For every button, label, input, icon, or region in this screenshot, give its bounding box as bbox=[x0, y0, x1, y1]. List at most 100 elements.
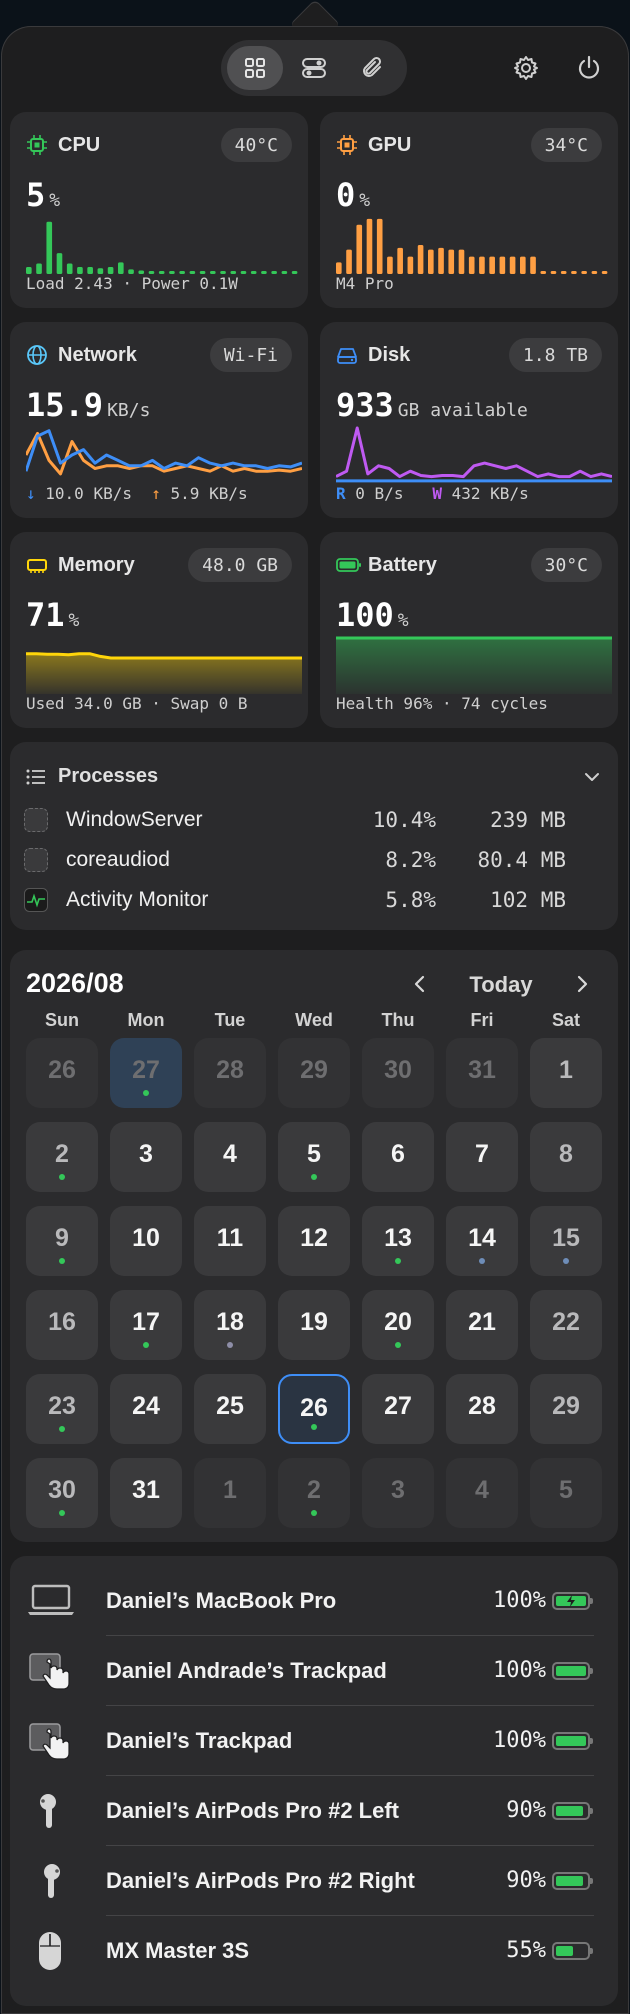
calendar-day[interactable]: 4 bbox=[194, 1122, 266, 1192]
calendar-day-today[interactable]: 26 bbox=[278, 1374, 350, 1444]
calendar-day[interactable]: 30 bbox=[26, 1458, 98, 1528]
battery-level-graph bbox=[336, 636, 612, 694]
power-button[interactable] bbox=[567, 46, 611, 90]
calendar-day[interactable]: 25 bbox=[194, 1374, 266, 1444]
calendar-day[interactable]: 26 bbox=[26, 1038, 98, 1108]
trackpad-icon bbox=[26, 1650, 76, 1692]
weekday-label: Fri bbox=[470, 1010, 494, 1030]
chevron-down-icon[interactable] bbox=[582, 768, 602, 786]
disk-card[interactable]: Disk 1.8 TB 933 GB available R 0 B/s W 43… bbox=[320, 322, 618, 518]
weekday-label: Wed bbox=[295, 1010, 333, 1030]
calendar-day[interactable]: 11 bbox=[194, 1206, 266, 1276]
memory-card[interactable]: Memory 48.0 GB 71% Used 34.0 GB · Swap 0… bbox=[10, 532, 308, 728]
calendar-day[interactable]: 31 bbox=[446, 1038, 518, 1108]
day-number: 27 bbox=[132, 1056, 160, 1084]
calendar-day[interactable]: 19 bbox=[278, 1290, 350, 1360]
calendar-day[interactable]: 28 bbox=[194, 1038, 266, 1108]
chevron-left-icon[interactable] bbox=[408, 972, 432, 996]
calendar-day[interactable]: 30 bbox=[362, 1038, 434, 1108]
usage-bar bbox=[291, 271, 298, 274]
calendar-day[interactable]: 27 bbox=[362, 1374, 434, 1444]
calendar-day[interactable]: 3 bbox=[110, 1122, 182, 1192]
dashboard-icon bbox=[245, 58, 265, 78]
calendar-day[interactable]: 14 bbox=[446, 1206, 518, 1276]
calendar-day[interactable]: 1 bbox=[530, 1038, 602, 1108]
calendar-day[interactable]: 16 bbox=[26, 1290, 98, 1360]
chevron-right-icon[interactable] bbox=[570, 972, 594, 996]
usage-bar bbox=[261, 271, 267, 274]
calendar-day[interactable]: 5 bbox=[278, 1122, 350, 1192]
day-number: 18 bbox=[216, 1308, 244, 1336]
disk-capacity-badge: 1.8 TB bbox=[508, 338, 602, 372]
usage-bar bbox=[66, 263, 73, 274]
process-row[interactable]: Activity Monitor 5.8% 102 MB bbox=[10, 880, 606, 920]
today-button[interactable]: Today bbox=[460, 972, 542, 998]
calendar-day[interactable]: 8 bbox=[530, 1122, 602, 1192]
weekday-label: Sun bbox=[45, 1010, 79, 1030]
calendar-day[interactable]: 4 bbox=[446, 1458, 518, 1528]
calendar-day[interactable]: 12 bbox=[278, 1206, 350, 1276]
dashboard-tab-button[interactable] bbox=[227, 46, 283, 90]
day-number: 31 bbox=[132, 1476, 160, 1504]
cpu-usage-value: 5% bbox=[26, 176, 61, 214]
device-row[interactable]: Daniel Andrade’s Trackpad 100% bbox=[26, 1636, 594, 1706]
process-cpu: 5.8% bbox=[385, 888, 436, 912]
usage-bar bbox=[87, 267, 93, 274]
calendar-day[interactable]: 18 bbox=[194, 1290, 266, 1360]
gpu-title: GPU bbox=[368, 134, 412, 156]
gpu-card[interactable]: GPU 34°C 0% M4 Pro bbox=[320, 112, 618, 308]
device-row[interactable]: Daniel’s MacBook Pro 100% bbox=[26, 1566, 594, 1636]
calendar-day[interactable]: 15 bbox=[530, 1206, 602, 1276]
toggles-tab-button[interactable] bbox=[286, 46, 342, 90]
network-card[interactable]: Network Wi-Fi 15.9 KB/s ↓ 10.0 KB/s ↑ 5.9… bbox=[10, 322, 308, 518]
calendar-day[interactable]: 22 bbox=[530, 1290, 602, 1360]
calendar-day[interactable]: 10 bbox=[110, 1206, 182, 1276]
process-cpu: 8.2% bbox=[385, 848, 436, 872]
download-arrow-icon: ↓ bbox=[26, 484, 36, 503]
day-number: 10 bbox=[132, 1224, 160, 1252]
calendar-day[interactable]: 2 bbox=[26, 1122, 98, 1192]
calendar-day[interactable]: 24 bbox=[110, 1374, 182, 1444]
calendar-day[interactable]: 9 bbox=[26, 1206, 98, 1276]
calendar-day[interactable]: 13 bbox=[362, 1206, 434, 1276]
cpu-card[interactable]: CPU 40°C 5% Load 2.43 · Power 0.1W bbox=[10, 112, 308, 308]
calendar-day[interactable]: 2 bbox=[278, 1458, 350, 1528]
battery-card[interactable]: Battery 30°C 100% Health 96% · 74 cycles bbox=[320, 532, 618, 728]
device-row[interactable]: Daniel’s AirPods Pro #2 Right 90% bbox=[26, 1846, 594, 1916]
process-row[interactable]: coreaudiod 8.2% 80.4 MB bbox=[10, 840, 606, 880]
day-number: 13 bbox=[384, 1224, 412, 1252]
calendar-day[interactable]: 28 bbox=[446, 1374, 518, 1444]
calendar-day[interactable]: 20 bbox=[362, 1290, 434, 1360]
calendar-day[interactable]: 29 bbox=[530, 1374, 602, 1444]
calendar-day[interactable]: 27 bbox=[110, 1038, 182, 1108]
calendar-day[interactable]: 17 bbox=[110, 1290, 182, 1360]
network-type-badge: Wi-Fi bbox=[209, 338, 292, 372]
calendar-day[interactable]: 3 bbox=[362, 1458, 434, 1528]
calendar-day[interactable]: 31 bbox=[110, 1458, 182, 1528]
usage-bar bbox=[36, 263, 42, 274]
process-row[interactable]: WindowServer 10.4% 239 MB bbox=[10, 800, 606, 840]
calendar-day[interactable]: 5 bbox=[530, 1458, 602, 1528]
calendar-day[interactable]: 29 bbox=[278, 1038, 350, 1108]
device-row[interactable]: Daniel’s AirPods Pro #2 Left 90% bbox=[26, 1776, 594, 1846]
memory-usage-graph bbox=[26, 652, 302, 694]
device-row[interactable]: Daniel’s Trackpad 100% bbox=[26, 1706, 594, 1776]
process-name: WindowServer bbox=[66, 808, 203, 831]
calendar-day[interactable]: 1 bbox=[194, 1458, 266, 1528]
battery-level-icon bbox=[552, 1732, 593, 1750]
calendar-day[interactable]: 21 bbox=[446, 1290, 518, 1360]
usage-bar bbox=[571, 271, 577, 274]
attachments-tab-button[interactable] bbox=[345, 46, 401, 90]
day-number: 30 bbox=[384, 1056, 412, 1084]
calendar-day[interactable]: 6 bbox=[362, 1122, 434, 1192]
gpu-model-footer: M4 Pro bbox=[336, 274, 394, 293]
airpod-right-icon bbox=[26, 1860, 76, 1902]
device-row[interactable]: MX Master 3S 55% bbox=[26, 1916, 594, 1986]
usage-bar bbox=[240, 271, 247, 274]
calendar-day[interactable]: 23 bbox=[26, 1374, 98, 1444]
calendar-day[interactable]: 7 bbox=[446, 1122, 518, 1192]
usage-bar bbox=[479, 256, 485, 274]
settings-button[interactable] bbox=[504, 46, 548, 90]
disk-write-line bbox=[336, 426, 612, 479]
memory-chip-icon bbox=[27, 559, 47, 573]
